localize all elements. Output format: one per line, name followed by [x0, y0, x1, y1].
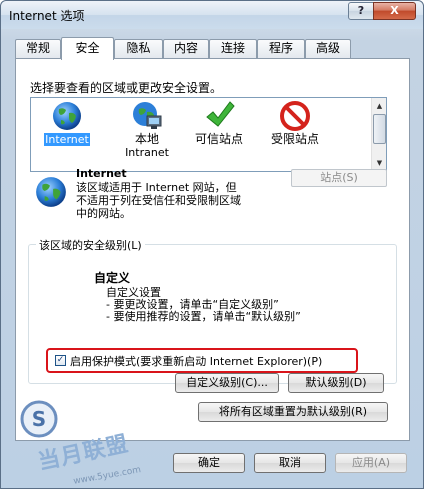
internet-options-window: Internet 选项 ? X 常规 安全 隐私 内容 连接 程序 高级 选择要… — [0, 0, 424, 489]
tab-general[interactable]: 常规 — [15, 39, 61, 58]
security-level-group-title: 该区域的安全级别(L) — [36, 237, 145, 253]
protected-mode-checkbox[interactable]: ✓ — [55, 355, 66, 366]
zone-local-intranet-label: 本地 Intranet — [125, 132, 169, 160]
zone-internet-label: Internet — [44, 133, 90, 146]
tab-programs[interactable]: 程序 — [257, 39, 305, 58]
protected-mode-label[interactable]: 启用保护模式(要求重新启动 Internet Explorer)(P) — [70, 353, 322, 369]
zone-trusted-sites-label: 可信站点 — [194, 132, 243, 146]
ok-button[interactable]: 确定 — [173, 453, 245, 473]
zone-internet[interactable]: Internet — [31, 98, 103, 170]
selected-zone-globe-icon — [36, 177, 66, 207]
scroll-up-icon[interactable]: ▲ — [373, 99, 386, 113]
watermark-url: www.5yue.com — [72, 465, 142, 487]
reset-all-zones-button[interactable]: 将所有区域重置为默认级别(R) — [198, 402, 388, 422]
selected-zone-description: 该区域适用于 Internet 网站，但 不适用于列在受信任和受限制区域 中的网… — [76, 181, 241, 220]
globe-icon — [53, 102, 81, 130]
zone-trusted-sites[interactable]: 可信站点 — [183, 98, 255, 170]
protected-mode-highlight: ✓ 启用保护模式(要求重新启动 Internet Explorer)(P) — [46, 348, 358, 373]
sites-button[interactable]: 站点(S) — [291, 169, 387, 187]
zone-list-scrollbar[interactable]: ▲ ▼ — [371, 98, 386, 171]
scroll-thumb[interactable] — [373, 114, 386, 144]
cancel-button[interactable]: 取消 — [254, 453, 326, 473]
close-button[interactable]: X — [373, 2, 416, 20]
tab-privacy[interactable]: 隐私 — [114, 39, 163, 58]
tab-strip: 常规 安全 隐私 内容 连接 程序 高级 — [15, 37, 395, 60]
checkmark-icon — [206, 101, 235, 127]
tab-security[interactable]: 安全 — [61, 37, 114, 60]
help-button[interactable]: ? — [348, 2, 374, 20]
tab-connections[interactable]: 连接 — [209, 39, 257, 58]
default-level-button[interactable]: 默认级别(D) — [288, 373, 384, 393]
custom-level-button[interactable]: 自定义级别(C)... — [175, 373, 279, 393]
zone-local-intranet[interactable]: 本地 Intranet — [111, 98, 183, 170]
restricted-icon — [280, 101, 310, 131]
security-panel: 选择要查看的区域或更改安全设置。 Internet 本地 Intranet 可信… — [15, 58, 410, 441]
selected-zone-name: Internet — [76, 167, 127, 180]
zone-restricted-sites[interactable]: 受限站点 — [259, 98, 331, 170]
window-title: Internet 选项 — [9, 9, 85, 23]
title-bar[interactable]: Internet 选项 ? X — [1, 1, 423, 29]
zone-list[interactable]: Internet 本地 Intranet 可信站点 受限站点 ▲ ▼ — [30, 97, 387, 172]
local-intranet-icon — [133, 102, 162, 129]
zone-restricted-sites-label: 受限站点 — [270, 132, 319, 146]
apply-button[interactable]: 应用(A) — [335, 453, 407, 473]
scroll-down-icon[interactable]: ▼ — [373, 156, 386, 170]
custom-level-description: 自定义设置 - 要更改设置，请单击“自定义级别” - 要使用推荐的设置，请单击“… — [106, 286, 301, 323]
svg-text:S: S — [32, 407, 46, 431]
tab-content[interactable]: 内容 — [163, 39, 209, 58]
tab-advanced[interactable]: 高级 — [305, 39, 351, 58]
custom-level-title: 自定义 — [94, 271, 131, 285]
watermark-logo-icon: S — [20, 400, 58, 438]
zone-prompt: 选择要查看的区域或更改安全设置。 — [30, 81, 223, 95]
